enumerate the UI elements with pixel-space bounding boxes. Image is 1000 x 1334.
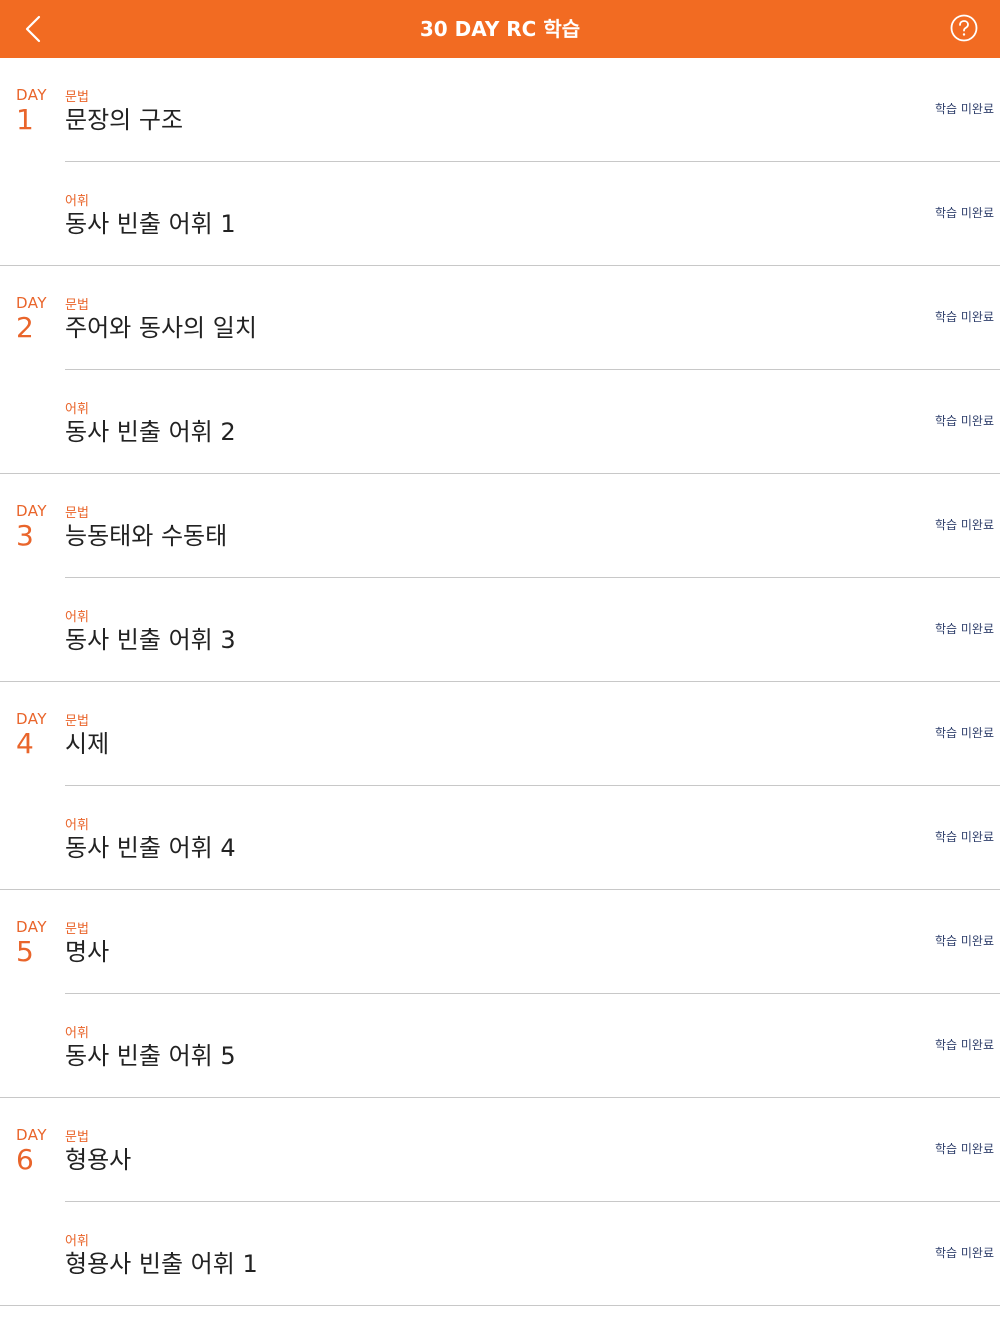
lesson-title: 주어와 동사의 일치 — [65, 314, 257, 342]
day-group: DAY 5 문법 명사 학습 미완료 어휘 동사 빈출 어휘 5 학습 미완료 — [0, 890, 1000, 1098]
lesson-title: 시제 — [65, 730, 110, 758]
day-group: DAY 3 문법 능동태와 수동태 학습 미완료 어휘 동사 빈출 어휘 3 학… — [0, 474, 1000, 682]
lesson-title: 명사 — [65, 938, 110, 966]
day-group: DAY 6 문법 형용사 학습 미완료 어휘 형용사 빈출 어휘 1 학습 미완… — [0, 1098, 1000, 1306]
lesson-list: DAY 1 문법 문장의 구조 학습 미완료 어휘 동사 빈출 어휘 1 학습 … — [0, 58, 1000, 1306]
lesson-row[interactable]: 문법 능동태와 수동태 학습 미완료 — [65, 474, 1000, 578]
lesson-row[interactable]: 문법 명사 학습 미완료 — [65, 890, 1000, 994]
lesson-title: 형용사 빈출 어휘 1 — [65, 1250, 258, 1278]
question-circle-icon — [950, 14, 978, 42]
lesson-status: 학습 미완료 — [934, 102, 994, 116]
lesson-row[interactable]: 어휘 동사 빈출 어휘 3 학습 미완료 — [65, 578, 1000, 682]
day-number: 5 — [16, 935, 34, 968]
lesson-status: 학습 미완료 — [934, 414, 994, 428]
lesson-row[interactable]: 어휘 동사 빈출 어휘 5 학습 미완료 — [65, 994, 1000, 1098]
lesson-row[interactable]: 문법 시제 학습 미완료 — [65, 682, 1000, 786]
lesson-title: 능동태와 수동태 — [65, 522, 228, 550]
lesson-title: 동사 빈출 어휘 5 — [65, 1042, 236, 1070]
lesson-row[interactable]: 문법 형용사 학습 미완료 — [65, 1098, 1000, 1202]
lesson-status: 학습 미완료 — [934, 934, 994, 948]
page-title: 30 DAY RC 학습 — [419, 17, 581, 41]
lesson-row[interactable]: 어휘 형용사 빈출 어휘 1 학습 미완료 — [65, 1202, 1000, 1306]
lesson-status: 학습 미완료 — [934, 726, 994, 740]
lesson-status: 학습 미완료 — [934, 1038, 994, 1052]
lesson-row[interactable]: 문법 문장의 구조 학습 미완료 — [65, 58, 1000, 162]
day-group: DAY 4 문법 시제 학습 미완료 어휘 동사 빈출 어휘 4 학습 미완료 — [0, 682, 1000, 890]
lesson-title: 동사 빈출 어휘 2 — [65, 418, 236, 446]
day-number: 2 — [16, 311, 34, 344]
day-number: 1 — [16, 103, 34, 136]
day-number: 6 — [16, 1143, 34, 1176]
lesson-row[interactable]: 어휘 동사 빈출 어휘 2 학습 미완료 — [65, 370, 1000, 474]
lesson-row[interactable]: 어휘 동사 빈출 어휘 4 학습 미완료 — [65, 786, 1000, 890]
day-group: DAY 2 문법 주어와 동사의 일치 학습 미완료 어휘 동사 빈출 어휘 2… — [0, 266, 1000, 474]
lesson-status: 학습 미완료 — [934, 1246, 994, 1260]
lesson-status: 학습 미완료 — [934, 206, 994, 220]
lesson-row[interactable]: 문법 주어와 동사의 일치 학습 미완료 — [65, 266, 1000, 370]
day-number: 4 — [16, 727, 34, 760]
day-number: 3 — [16, 519, 34, 552]
lesson-row[interactable]: 어휘 동사 빈출 어휘 1 학습 미완료 — [65, 162, 1000, 266]
lesson-title: 문장의 구조 — [65, 106, 184, 134]
lesson-status: 학습 미완료 — [934, 622, 994, 636]
lesson-status: 학습 미완료 — [934, 1142, 994, 1156]
lesson-title: 동사 빈출 어휘 3 — [65, 626, 236, 654]
lesson-status: 학습 미완료 — [934, 518, 994, 532]
day-group: DAY 1 문법 문장의 구조 학습 미완료 어휘 동사 빈출 어휘 1 학습 … — [0, 58, 1000, 266]
lesson-title: 동사 빈출 어휘 4 — [65, 834, 236, 862]
lesson-status: 학습 미완료 — [934, 830, 994, 844]
navigation-bar: 30 DAY RC 학습 — [0, 0, 1000, 58]
lesson-title: 동사 빈출 어휘 1 — [65, 210, 236, 238]
lesson-title: 형용사 — [65, 1146, 132, 1174]
help-button[interactable] — [950, 14, 978, 42]
lesson-status: 학습 미완료 — [934, 310, 994, 324]
